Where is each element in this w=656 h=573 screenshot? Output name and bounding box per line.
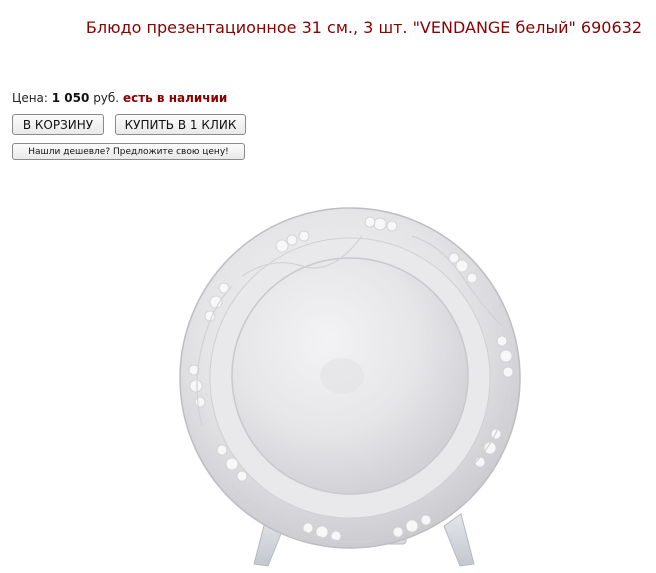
buy-one-click-button[interactable]: КУПИТЬ В 1 КЛИК — [115, 114, 246, 135]
found-cheaper-button[interactable]: Нашли дешевле? Предложите свою цену! — [12, 143, 245, 160]
price-value: 1 050 — [51, 91, 90, 105]
plate-icon — [179, 207, 521, 549]
product-title: Блюдо презентационное 31 см., 3 шт. "VEN… — [85, 18, 642, 37]
price-line: Цена: 1 050 руб. есть в наличии — [12, 91, 227, 105]
availability-status: есть в наличии — [122, 91, 228, 105]
price-label: Цена: — [12, 91, 48, 105]
product-image[interactable] — [172, 196, 556, 573]
price-currency: руб. — [93, 91, 120, 105]
add-to-cart-button[interactable]: В КОРЗИНУ — [12, 114, 104, 135]
